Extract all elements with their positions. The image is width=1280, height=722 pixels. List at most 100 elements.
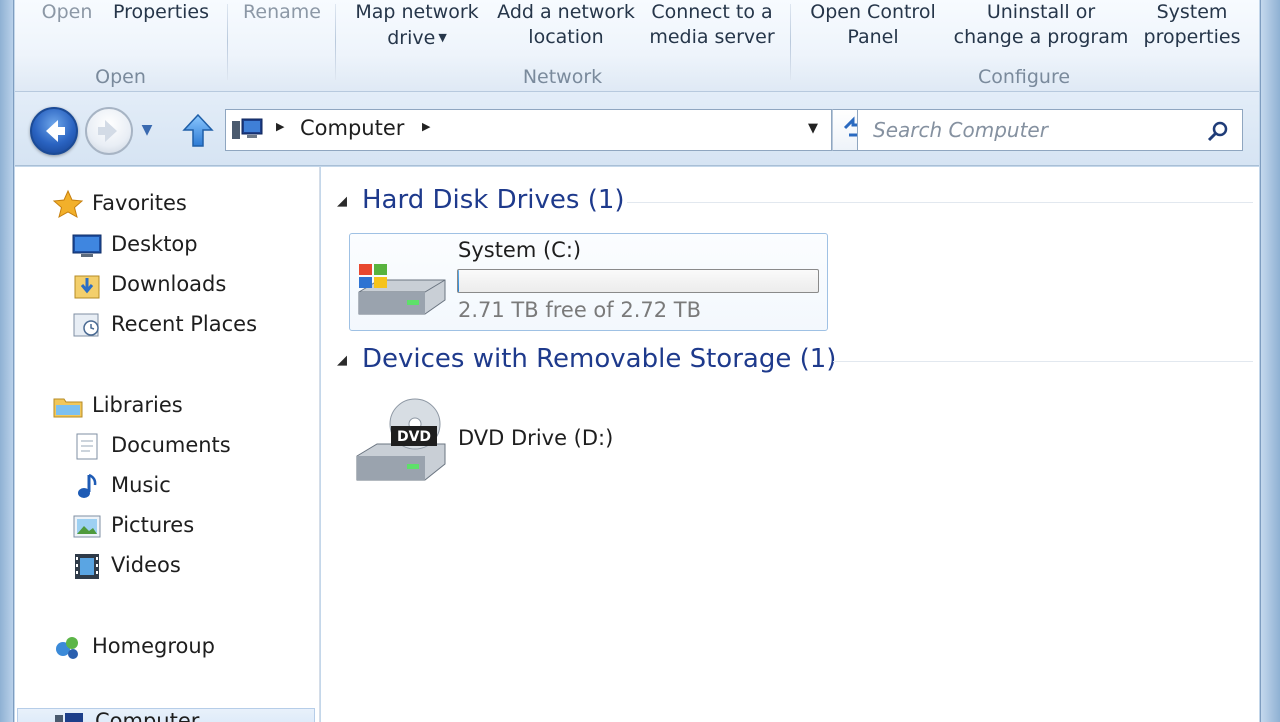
nav-item-videos[interactable]: Videos [71,549,271,583]
nav-item-homegroup[interactable]: Homegroup [52,630,272,664]
pictures-icon [73,515,101,538]
star-icon [52,189,84,219]
nav-item-label: Recent Places [111,312,258,336]
forward-icon [98,120,117,142]
connect-media-server-button[interactable]: Connect to a media server [647,0,777,50]
drive-name: DVD Drive (D:) [458,426,614,450]
back-icon [46,120,65,142]
group-header-removable-storage[interactable]: ◢ Devices with Removable Storage (1) [321,342,1259,382]
nav-item-label: Desktop [111,232,198,256]
nav-item-pictures[interactable]: Pictures [71,509,271,543]
connect-media-server-label-1: Connect to a [651,1,773,23]
search-icon[interactable] [1206,119,1230,143]
breadcrumb-arrow-icon[interactable]: ▶ [276,120,284,133]
nav-item-label: Documents [111,433,231,457]
recent-places-icon [73,313,99,337]
computer-icon [232,118,263,139]
add-network-location-button[interactable]: Add a network location [491,0,641,50]
add-network-location-label-2: location [528,26,604,48]
map-network-drive-label-2: drive [387,27,436,49]
group-divider [833,361,1253,362]
open-control-panel-label-1: Open Control [810,1,936,23]
homegroup-icon [56,637,78,659]
dvd-drive-icon: DVD [356,398,446,481]
ribbon: Open Properties Open Rename Map network … [15,0,1259,92]
nav-item-label: Pictures [111,513,195,537]
rename-button[interactable]: Rename [240,0,324,25]
nav-item-documents[interactable]: Documents [71,429,271,463]
drive-tile-c[interactable]: System (C:) 2.71 TB free of 2.72 TB [349,233,828,331]
hard-drive-icon [358,264,446,315]
ribbon-group-label-network: Network [522,66,603,88]
ribbon-group-configure: Open Control Panel Uninstall or change a… [791,0,1257,92]
nav-item-computer[interactable]: Computer [17,708,315,722]
collapse-icon[interactable]: ◢ [337,353,347,368]
drive-free-space: 2.71 TB free of 2.72 TB [458,298,702,322]
open-control-panel-label-2: Panel [847,26,899,48]
nav-item-label: Favorites [92,191,187,215]
add-network-location-label-1: Add a network [497,1,635,23]
chevron-down-icon: ▼ [438,31,447,44]
drive-usage-fill [458,270,460,292]
music-icon [78,473,97,498]
ribbon-group-label-open: Open [95,66,146,88]
search-placeholder: Search Computer [873,118,1048,142]
collapse-icon[interactable]: ◢ [337,194,347,209]
navigation-pane: Favorites Desktop Downloads Recent Place… [15,167,320,722]
breadcrumb-arrow-icon[interactable]: ▶ [422,120,430,133]
group-title: Hard Disk Drives (1) [362,185,625,215]
window-frame-right [1260,0,1280,722]
breadcrumb-computer[interactable]: Computer [300,116,404,140]
map-network-drive-button[interactable]: Map network drive ▼ [348,0,486,51]
videos-icon [75,554,99,579]
ribbon-group-open: Open Properties Open [15,0,226,92]
address-dropdown-icon[interactable]: ▼ [808,121,818,136]
open-control-panel-button[interactable]: Open Control Panel [803,0,943,50]
recent-pages-button[interactable]: ▼ [135,118,159,142]
uninstall-program-label-1: Uninstall or [986,1,1096,23]
open-button[interactable]: Open [37,0,97,25]
uninstall-program-label-2: change a program [953,26,1129,48]
drive-name: System (C:) [458,238,582,262]
search-box[interactable]: Search Computer [857,109,1243,151]
ribbon-group-label-configure: Configure [977,66,1071,88]
nav-item-libraries[interactable]: Libraries [52,389,252,423]
window-frame-left [0,0,14,722]
drive-tile-d[interactable]: DVD DVD Drive (D:) [355,396,655,486]
group-title: Devices with Removable Storage (1) [362,344,837,374]
drive-usage-bar [457,269,819,293]
properties-button[interactable]: Properties [109,0,213,25]
nav-item-label: Music [111,473,171,497]
forward-button[interactable] [85,107,133,155]
dvd-badge: DVD [397,429,431,445]
chevron-down-icon: ▼ [141,122,153,138]
system-properties-button[interactable]: System properties [1139,0,1245,50]
nav-item-downloads[interactable]: Downloads [71,268,271,302]
nav-item-label: Computer [95,709,200,722]
computer-icon [55,713,83,722]
address-bar[interactable]: ▶ Computer ▶ ▼ [225,109,832,151]
nav-item-label: Libraries [92,393,183,417]
nav-item-recent-places[interactable]: Recent Places [71,308,291,342]
libraries-icon [53,398,83,418]
back-button[interactable] [30,107,78,155]
documents-icon [76,433,98,460]
downloads-icon [74,275,100,299]
navigation-bar: ▼ ▶ Computer ▶ ▼ Search Computer [15,92,1259,166]
ribbon-group-rename: Rename [228,0,334,92]
up-button[interactable] [180,112,216,150]
group-divider [627,202,1253,203]
nav-item-desktop[interactable]: Desktop [71,228,271,262]
nav-item-music[interactable]: Music [71,469,271,503]
up-icon [182,113,214,147]
nav-item-label: Downloads [111,272,227,296]
nav-item-favorites[interactable]: Favorites [52,187,252,221]
group-header-hard-disk-drives[interactable]: ◢ Hard Disk Drives (1) [321,183,1259,223]
uninstall-program-button[interactable]: Uninstall or change a program [949,0,1133,50]
map-network-drive-label-1: Map network [355,1,479,23]
desktop-icon [72,234,102,257]
content-pane: ◢ Hard Disk Drives (1) System (C:) 2.71 … [321,167,1259,722]
system-properties-label-2: properties [1143,26,1241,48]
nav-item-label: Homegroup [92,634,216,658]
system-properties-label-1: System [1156,1,1228,23]
